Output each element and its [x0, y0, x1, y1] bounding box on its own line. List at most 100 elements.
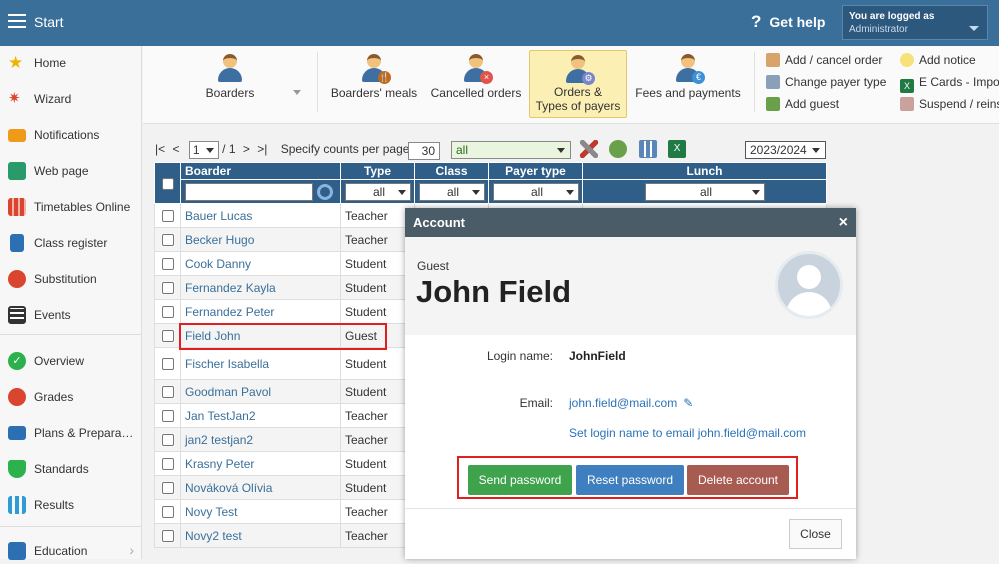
sidebar-item-results[interactable]: Results: [0, 490, 142, 518]
get-help-button[interactable]: ? Get help: [751, 12, 825, 32]
filter-select[interactable]: all: [451, 141, 571, 159]
row-checkbox[interactable]: [161, 458, 174, 471]
type-column-header[interactable]: Type: [340, 162, 415, 180]
add-notice-button[interactable]: Add notice: [900, 53, 976, 71]
row-checkbox[interactable]: [161, 386, 174, 399]
sidebar-item-education[interactable]: Education ›: [0, 536, 142, 564]
row-checkbox[interactable]: [161, 258, 174, 271]
boarder-name-link[interactable]: Fernandez Peter: [185, 305, 274, 319]
row-checkbox[interactable]: [161, 506, 174, 519]
caret-down-icon: [751, 189, 760, 195]
row-checkbox[interactable]: [161, 410, 174, 423]
row-checkbox[interactable]: [161, 210, 174, 223]
payer-type-column-header[interactable]: Payer type: [488, 162, 583, 180]
boarder-name-link[interactable]: Cook Danny: [185, 257, 251, 271]
lunch-column-header[interactable]: Lunch: [582, 162, 827, 180]
hamburger-menu-icon[interactable]: [8, 14, 26, 28]
suspend-reinstate-button[interactable]: Suspend / reins: [900, 97, 999, 115]
sidebar-item-plans[interactable]: Plans & Preparations: [0, 418, 142, 446]
boarders-meals-button[interactable]: 🍴 Boarders' meals: [327, 46, 421, 116]
boarder-name-link[interactable]: Goodman Pavol: [185, 385, 271, 399]
prev-page-link[interactable]: <: [172, 142, 179, 156]
boarder-column-header[interactable]: Boarder: [180, 162, 341, 180]
sidebar-item-notifications[interactable]: Notifications: [0, 120, 142, 148]
per-page-input[interactable]: 30: [408, 142, 440, 160]
row-checkbox[interactable]: [161, 434, 174, 447]
page-select[interactable]: 1: [188, 141, 219, 159]
pencil-icon[interactable]: ✎: [683, 396, 693, 410]
ecards-import-button[interactable]: X E Cards - Impo: [900, 75, 999, 93]
add-guest-button[interactable]: Add guest: [766, 97, 839, 115]
sidebar-item-label: Timetables Online: [34, 200, 131, 214]
sidebar-item-standards[interactable]: Standards: [0, 454, 142, 482]
fees-payments-button[interactable]: € Fees and payments: [633, 46, 743, 116]
sidebar-item-overview[interactable]: ✓ Overview: [0, 346, 142, 374]
cancelled-orders-button[interactable]: × Cancelled orders: [428, 46, 524, 116]
row-checkbox[interactable]: [161, 306, 174, 319]
row-checkbox[interactable]: [161, 530, 174, 543]
caret-down-icon: [557, 148, 565, 153]
class-column-header[interactable]: Class: [414, 162, 489, 180]
boarder-name-link[interactable]: Nováková Olívia: [185, 481, 272, 495]
row-checkbox[interactable]: [161, 330, 174, 343]
boarders-label: Boarders: [205, 86, 255, 100]
sidebar-item-label: Notifications: [34, 128, 100, 142]
sidebar-item-home[interactable]: ★ Home: [0, 48, 142, 76]
dialog-header: Account ×: [405, 208, 856, 237]
boarder-filter-input[interactable]: [185, 182, 313, 201]
boarder-type: Student: [340, 347, 415, 380]
add-cancel-order-button[interactable]: Add / cancel order: [766, 53, 882, 71]
caret-down-icon: [969, 26, 979, 31]
change-payer-type-button[interactable]: Change payer type: [766, 75, 886, 93]
boarder-name-link[interactable]: jan2 testjan2: [185, 433, 253, 447]
sidebar-item-web-page[interactable]: Web page: [0, 156, 142, 184]
suspend-label: Suspend / reins: [919, 97, 999, 111]
columns-icon[interactable]: [638, 140, 657, 158]
change-payer-type-label: Change payer type: [785, 75, 887, 89]
sidebar-item-wizard[interactable]: ✷ Wizard: [0, 84, 142, 112]
close-button[interactable]: Close: [789, 519, 842, 549]
start-link[interactable]: Start: [34, 14, 64, 30]
user-account-dropdown[interactable]: You are logged as Administrator: [842, 5, 988, 40]
boarder-name-link[interactable]: Novy2 test: [185, 529, 242, 543]
class-filter-select[interactable]: all: [418, 182, 485, 201]
email-label: Email:: [519, 396, 553, 410]
lunch-filter-select[interactable]: all: [644, 182, 765, 201]
row-checkbox[interactable]: [161, 358, 174, 371]
sidebar-item-class-register[interactable]: Class register: [0, 228, 142, 256]
payer-filter-select[interactable]: all: [492, 182, 579, 201]
orders-types-button[interactable]: ⚙ Orders & Types of payers: [529, 50, 627, 118]
set-login-to-email-link[interactable]: Set login name to email john.field@mail.…: [569, 426, 806, 440]
close-icon[interactable]: ×: [839, 208, 848, 237]
row-checkbox[interactable]: [161, 482, 174, 495]
boarder-name-link[interactable]: Bauer Lucas: [185, 209, 252, 223]
person-filter-icon[interactable]: [609, 140, 628, 158]
tools-icon[interactable]: [580, 140, 598, 158]
first-page-link[interactable]: |<: [155, 142, 165, 156]
row-checkbox[interactable]: [161, 234, 174, 247]
boarder-name-link[interactable]: Fischer Isabella: [185, 357, 269, 371]
type-filter-select[interactable]: all: [344, 182, 411, 201]
boarder-name-link[interactable]: Krasny Peter: [185, 457, 254, 471]
avatar: [775, 251, 843, 319]
boarder-name-link[interactable]: Becker Hugo: [185, 233, 254, 247]
select-all-checkbox[interactable]: [161, 177, 174, 190]
last-page-link[interactable]: >|: [257, 142, 267, 156]
sidebar-item-substitution[interactable]: Substitution: [0, 264, 142, 292]
search-icon[interactable]: [317, 183, 333, 200]
boarder-name-link[interactable]: Novy Test: [185, 505, 237, 519]
caret-down-icon: [565, 189, 574, 195]
excel-export-icon[interactable]: X: [668, 140, 687, 158]
sidebar-item-events[interactable]: Events: [0, 300, 142, 328]
next-page-link[interactable]: >: [243, 142, 250, 156]
boarders-button[interactable]: Boarders: [183, 46, 301, 116]
table-filter-row: all all all all: [155, 179, 827, 204]
caret-down-icon: [471, 189, 480, 195]
boarder-name-link[interactable]: Jan TestJan2: [185, 409, 256, 423]
boarder-name-link[interactable]: Fernandez Kayla: [185, 281, 276, 295]
row-checkbox[interactable]: [161, 282, 174, 295]
school-year-select[interactable]: 2023/2024: [745, 141, 826, 159]
sidebar-item-timetables[interactable]: Timetables Online: [0, 192, 142, 220]
sidebar-item-label: Substitution: [34, 272, 97, 286]
sidebar-item-grades[interactable]: Grades: [0, 382, 142, 410]
